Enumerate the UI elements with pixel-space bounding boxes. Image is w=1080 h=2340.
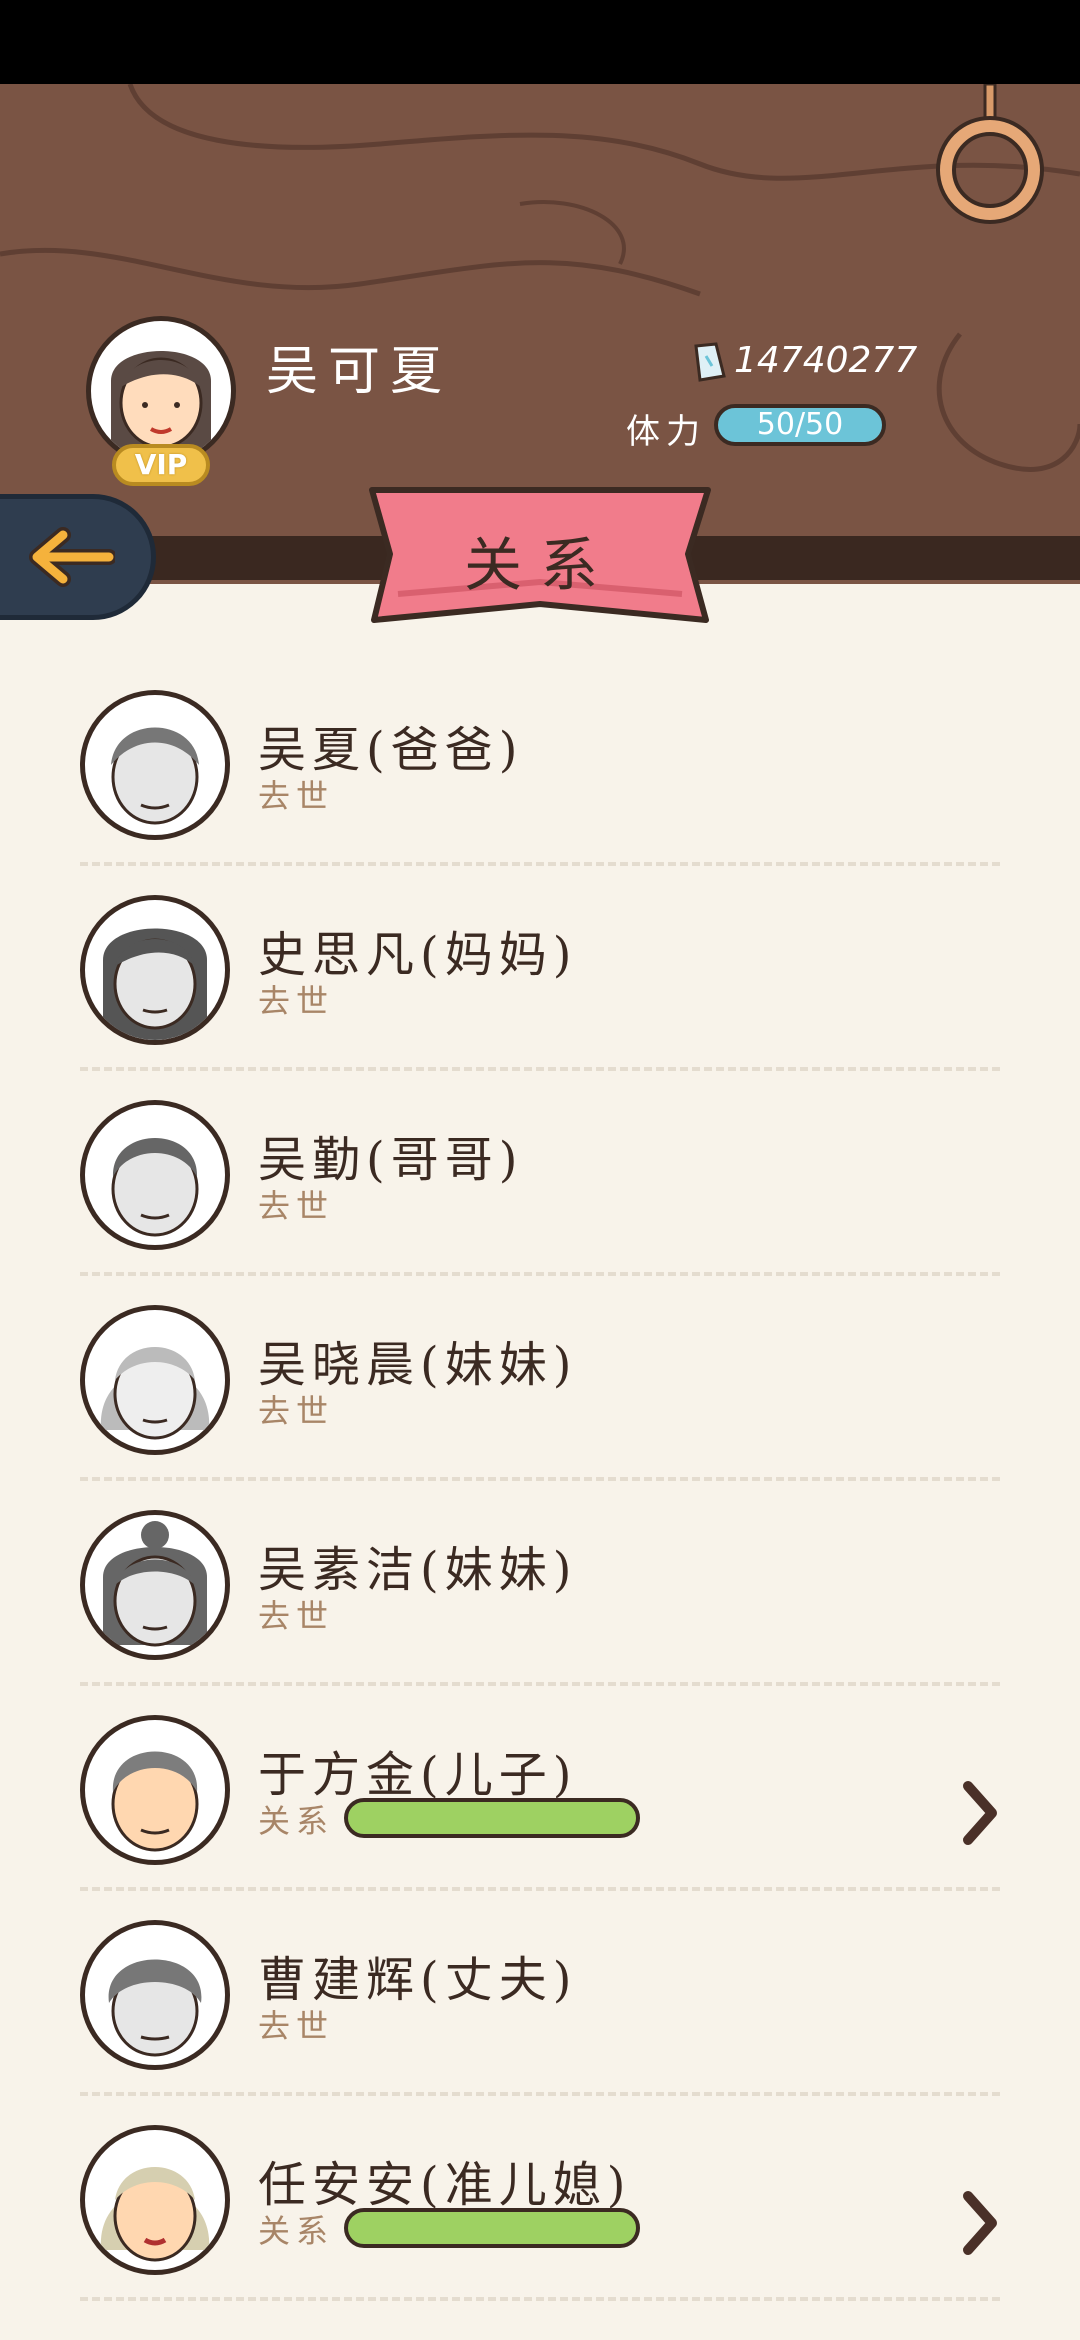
relation-name: 于方金(儿子) — [258, 1747, 578, 1803]
relation-row[interactable]: 任安安(准儿媳) 关系 — [0, 2020, 1080, 2301]
money-note-icon — [694, 342, 726, 382]
chevron-right-icon[interactable] — [958, 2188, 1002, 2258]
avatar — [80, 2125, 230, 2275]
relation-name: 任安安(准儿媳) — [258, 2157, 632, 2213]
relation-row[interactable]: 吴夏(爸爸) 去世 — [0, 585, 1080, 866]
relation-row[interactable]: 于方金(儿子) 关系 — [0, 1610, 1080, 1891]
relation-row[interactable]: 吴勤(哥哥) 去世 — [0, 995, 1080, 1276]
back-arrow-icon — [29, 527, 115, 587]
relation-row[interactable]: 吴晓晨(妹妹) 去世 — [0, 1200, 1080, 1481]
status-bar — [0, 0, 1080, 84]
player-name: 吴可夏 — [266, 342, 453, 402]
relationship-bar — [344, 2208, 640, 2248]
divider — [80, 2297, 1000, 2301]
relation-row[interactable]: 吴素洁(妹妹) 去世 — [0, 1405, 1080, 1686]
vip-badge: VIP — [112, 444, 210, 486]
relation-name: 吴晓晨(妹妹) — [258, 1337, 578, 1393]
relation-status: 关系 — [258, 2212, 335, 2250]
hanger-ring-icon[interactable] — [930, 84, 1050, 234]
relation-name: 吴素洁(妹妹) — [258, 1542, 578, 1598]
relation-row[interactable]: 史思凡(妈妈) 去世 — [0, 790, 1080, 1071]
relation-name: 吴勤(哥哥) — [258, 1132, 524, 1188]
relation-name: 史思凡(妈妈) — [258, 927, 578, 983]
stamina-label: 体力 — [626, 412, 706, 452]
relation-row[interactable]: 曹建辉(丈夫) 去世 — [0, 1815, 1080, 2096]
relation-name: 曹建辉(丈夫) — [258, 1952, 578, 2008]
money-value: 14740277 — [734, 340, 918, 381]
stamina-bar: 50/50 — [714, 404, 886, 446]
relation-name: 吴夏(爸爸) — [258, 722, 524, 778]
